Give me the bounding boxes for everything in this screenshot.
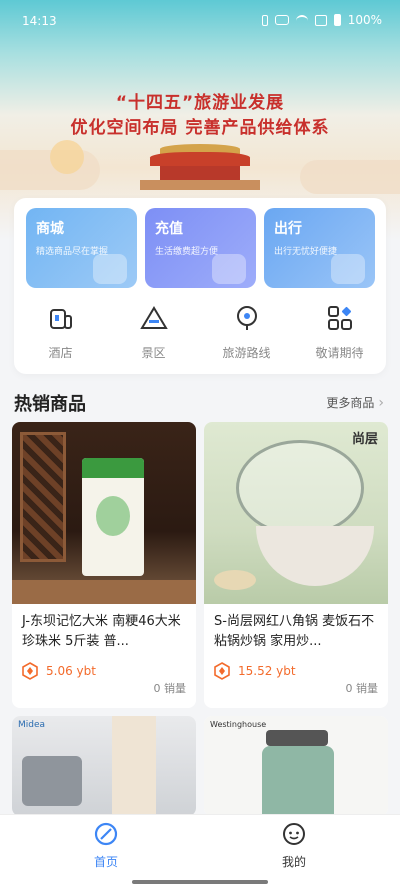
product-image-wok: 尚层 (204, 422, 388, 604)
status-time: 14:13 (22, 14, 57, 28)
brand-label: 尚层 (351, 432, 378, 447)
cloud-decoration (300, 160, 400, 194)
table-surface (12, 580, 196, 604)
brand-label: Midea (18, 720, 46, 730)
tile-title: 商城 (36, 221, 64, 237)
tile-title: 出行 (274, 221, 302, 237)
tab-home[interactable]: 首页 (66, 821, 146, 870)
battery-level: 100% (347, 13, 382, 27)
tile-mall[interactable]: 商城 精选商品尽在掌握 (26, 208, 137, 288)
palace-roof (150, 152, 250, 166)
quick-entry-label: 旅游路线 (222, 346, 271, 360)
product-card[interactable]: 尚层 S-尚层网红八角锅 麦饭石不粘锅炒锅 家用炒... 15.52 ybt 0… (204, 422, 388, 708)
scenic-icon (139, 306, 168, 329)
product-price: 5.06 ybt (12, 656, 196, 680)
profile-chat-icon (283, 823, 305, 845)
home-compass-icon (94, 822, 118, 846)
palace-body (160, 166, 240, 180)
quick-entry-label: 景区 (141, 346, 166, 360)
more-products-label: 更多商品 (326, 396, 375, 410)
sun-decoration (50, 140, 84, 174)
battery-icon (333, 14, 341, 26)
product-name: S-尚层网红八角锅 麦饭石不粘锅炒锅 家用炒... (214, 614, 375, 649)
tab-mine[interactable]: 我的 (254, 821, 334, 870)
banner-subheadline: 优化空间布局 完善产品供给体系 (70, 118, 330, 138)
quick-entry-route[interactable]: 旅游路线 (207, 304, 287, 364)
sim-icon (314, 14, 327, 26)
home-indicator[interactable] (132, 880, 268, 884)
ybt-coin-icon (214, 662, 230, 680)
product-price: 15.52 ybt (204, 656, 388, 680)
status-bar: 14:13 100% (0, 0, 400, 40)
quick-entry-label: 酒店 (48, 346, 73, 360)
bag-icon (93, 254, 127, 284)
sold-count: 0 销量 (345, 682, 379, 695)
product-card[interactable]: J-东坝记忆大米 南粳46大米珍珠米 5斤装 普... 5.06 ybt 0 销… (12, 422, 196, 708)
hot-products-title: 热销商品 (14, 394, 86, 415)
lightning-icon (212, 254, 246, 284)
tile-title: 充值 (155, 221, 183, 237)
window-lattice (20, 432, 66, 562)
chevron-right-icon: › (378, 394, 384, 411)
tab-mine-label: 我的 (281, 855, 306, 869)
price-value: 5.06 ybt (46, 664, 96, 678)
bluetooth-icon (261, 14, 268, 26)
brand-label: Westinghouse (210, 720, 267, 729)
tile-recharge[interactable]: 充值 生活缴费超方便 (145, 208, 256, 288)
sold-count: 0 销量 (153, 682, 187, 695)
sofa-shape (22, 756, 82, 806)
product-name: J-东坝记忆大米 南粳46大米珍珠米 5斤装 普... (22, 614, 181, 649)
quick-entry-scenic[interactable]: 景区 (114, 304, 194, 364)
hotel-icon (49, 309, 72, 329)
product-image-rice (12, 422, 196, 604)
more-products-link[interactable]: 更多商品 › (326, 394, 384, 411)
rice-bag (82, 458, 144, 576)
paper-plane-icon (331, 254, 365, 284)
product-card[interactable]: Midea (12, 716, 196, 816)
quick-entry-label: 敬请期待 (315, 346, 364, 360)
product-card[interactable]: Westinghouse (204, 716, 388, 816)
quick-entry-coming-soon[interactable]: 敬请期待 (300, 304, 380, 364)
quick-entry-row: 酒店 景区 旅游路线 敬请期待 (14, 304, 386, 364)
nfc-icon (274, 15, 289, 25)
tile-travel[interactable]: 出行 出行无忧好便捷 (264, 208, 375, 288)
service-menu-card: 商城 精选商品尽在掌握 充值 生活缴费超方便 出行 出行无忧好便捷 酒店 景区 (14, 198, 386, 374)
price-value: 15.52 ybt (238, 664, 296, 678)
wok-pan (256, 526, 374, 586)
product-image-kettle: Westinghouse (204, 716, 388, 816)
tab-home-label: 首页 (93, 855, 118, 869)
ybt-coin-icon (22, 662, 38, 680)
status-icons: 100% (261, 13, 382, 27)
food-plate (214, 570, 256, 590)
kettle-body (262, 746, 334, 816)
kettle-lid (266, 730, 328, 746)
person-shape (112, 716, 156, 816)
banner-headline: “十四五”旅游业发展 (115, 93, 285, 113)
wifi-icon (295, 15, 308, 25)
product-image-vacuum: Midea (12, 716, 196, 816)
route-icon (236, 306, 257, 330)
apps-icon (327, 306, 352, 330)
pot-lid (236, 440, 364, 536)
palace-base (140, 180, 260, 190)
quick-entry-hotel[interactable]: 酒店 (21, 304, 101, 364)
